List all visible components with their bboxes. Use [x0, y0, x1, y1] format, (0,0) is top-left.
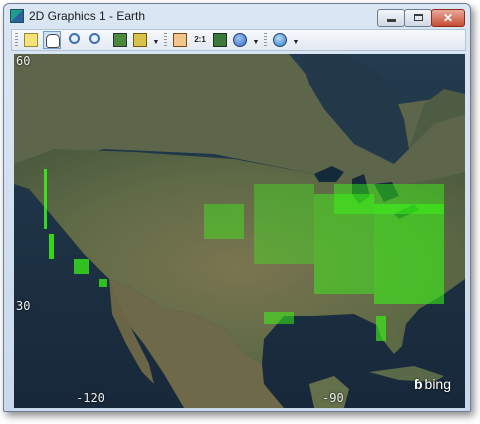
globe-icon	[233, 33, 247, 47]
maximize-button[interactable]	[404, 9, 432, 27]
properties-icon	[24, 33, 38, 47]
app-icon	[10, 9, 24, 23]
bing-logo-icon: ɓ	[413, 376, 423, 392]
ratio-2-1-icon: 2:1	[194, 35, 206, 44]
zoom-in-button[interactable]	[67, 31, 85, 49]
minimize-button[interactable]	[377, 9, 405, 27]
web-globe-icon	[273, 33, 287, 47]
toolbar-grip-3[interactable]	[264, 33, 267, 47]
longitude-label-90: -90	[322, 391, 344, 405]
bing-attribution: ɓ bing	[414, 376, 451, 392]
toolbar-grip-2[interactable]	[164, 33, 167, 47]
scale-button[interactable]	[171, 31, 189, 49]
toolbar-grip[interactable]	[15, 33, 18, 47]
map-view-icon	[113, 33, 127, 47]
app-window: 2D Graphics 1 - Earth ✕ ▼ 2:1 ▼ ▼ 60 30 …	[3, 3, 471, 412]
properties-button[interactable]	[22, 31, 40, 49]
web-globe-button[interactable]	[271, 31, 289, 49]
layers-button[interactable]	[131, 31, 149, 49]
toolbar: ▼ 2:1 ▼ ▼	[11, 29, 466, 51]
latitude-label-60: 60	[16, 54, 31, 68]
pan-button[interactable]	[43, 31, 61, 49]
earth-map[interactable]	[14, 54, 465, 408]
map-canvas[interactable]: 60 30 -120 -90 ɓ bing	[14, 54, 465, 408]
title-bar[interactable]: 2D Graphics 1 - Earth ✕	[4, 4, 470, 28]
zoom-in-icon	[69, 33, 80, 44]
longitude-label-120: -120	[76, 391, 105, 405]
scale-icon	[173, 33, 187, 47]
latitude-label-30: 30	[16, 299, 31, 313]
maximize-icon	[414, 14, 423, 21]
ratio-button[interactable]: 2:1	[191, 31, 209, 49]
map-view-button[interactable]	[111, 31, 129, 49]
close-icon: ✕	[442, 11, 454, 25]
pan-hand-icon	[46, 34, 60, 48]
globe-button[interactable]	[231, 31, 249, 49]
toolbar-dropdown-3[interactable]: ▼	[292, 32, 300, 48]
layers-icon	[133, 33, 147, 47]
tiles-button[interactable]	[211, 31, 229, 49]
bing-label: bing	[424, 376, 451, 392]
window-title: 2D Graphics 1 - Earth	[29, 9, 146, 23]
toolbar-dropdown-2[interactable]: ▼	[252, 32, 260, 48]
close-button[interactable]: ✕	[431, 9, 465, 27]
toolbar-dropdown-1[interactable]: ▼	[152, 32, 160, 48]
zoom-out-button[interactable]	[87, 31, 105, 49]
minimize-icon	[387, 19, 396, 22]
tiles-icon	[213, 33, 227, 47]
zoom-out-icon	[89, 33, 100, 44]
